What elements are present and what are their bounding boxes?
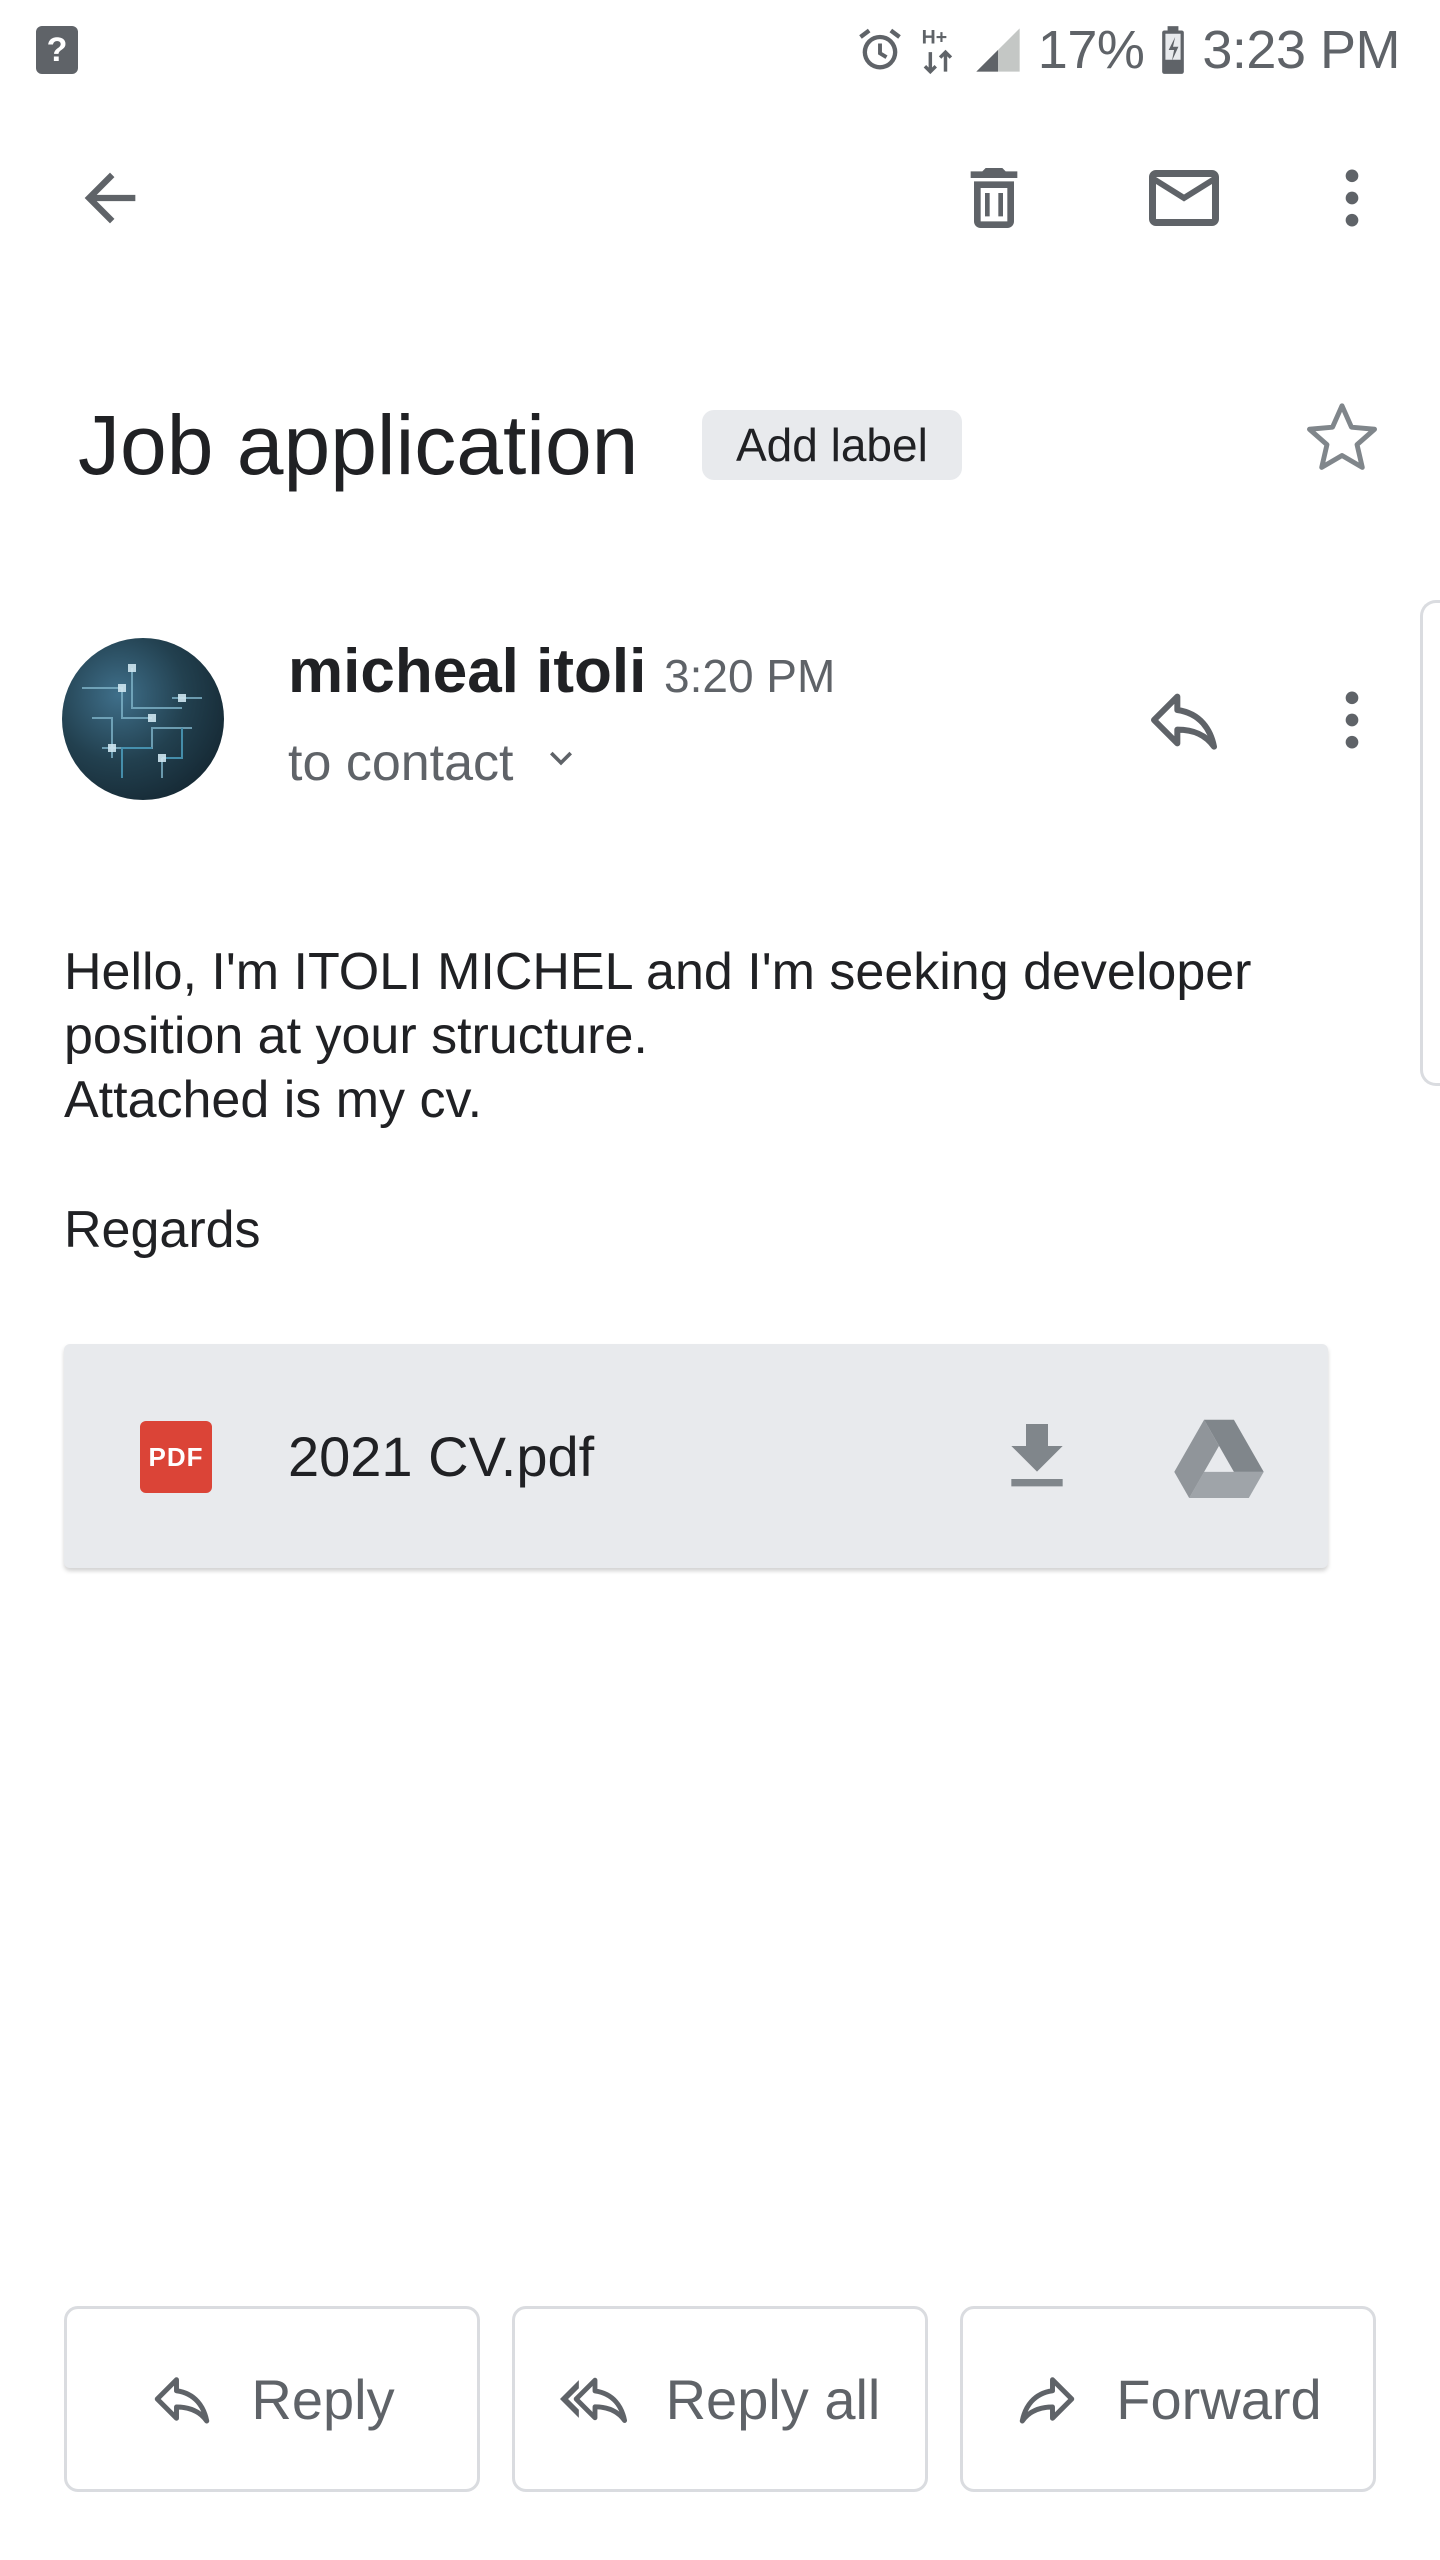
reply-all-icon (559, 2366, 630, 2432)
sender-name: micheal itoli (288, 637, 647, 706)
forward-label: Forward (1116, 2367, 1322, 2431)
arrow-back-icon (72, 160, 148, 236)
forward-icon (1014, 2366, 1080, 2432)
email-signoff: Regards (64, 1201, 261, 1259)
save-to-drive-button[interactable] (1164, 1404, 1274, 1510)
body-line: Hello, I'm ITOLI MICHEL and I'm seeking … (64, 943, 1252, 1065)
forward-button[interactable]: Forward (960, 2306, 1376, 2492)
delete-button[interactable] (946, 150, 1042, 246)
reply-button[interactable]: Reply (64, 2306, 480, 2492)
reply-icon (149, 2366, 215, 2432)
star-outline-icon (1300, 396, 1384, 480)
status-right-group: H+ 17% 3:23 PM (854, 18, 1400, 82)
delete-icon (954, 158, 1034, 238)
back-button[interactable] (62, 150, 158, 246)
google-drive-icon (1174, 1416, 1264, 1498)
reply-icon (1144, 680, 1224, 760)
attachment-filename: 2021 CV.pdf (288, 1425, 595, 1488)
mark-unread-button[interactable] (1136, 150, 1232, 246)
sender-avatar[interactable] (62, 638, 224, 800)
reply-label: Reply (251, 2367, 395, 2431)
unknown-notification-icon: ? (36, 26, 78, 74)
network-type-icon: H+ (920, 24, 958, 76)
add-label-button[interactable]: Add label (702, 410, 962, 480)
recipient-details-toggle[interactable]: to contact (288, 728, 583, 798)
svg-text:H+: H+ (921, 27, 946, 49)
reply-all-button[interactable]: Reply all (512, 2306, 928, 2492)
more-options-button[interactable] (1304, 150, 1400, 246)
reply-all-label: Reply all (665, 2367, 881, 2431)
download-attachment-button[interactable] (984, 1404, 1090, 1510)
battery-charging-icon (1158, 24, 1188, 76)
email-subject: Job application (78, 398, 639, 492)
reply-icon-button[interactable] (1136, 672, 1232, 768)
alarm-icon (854, 24, 906, 76)
chevron-down-icon (539, 728, 583, 798)
scroll-indicator[interactable] (1420, 600, 1440, 1086)
message-more-options-button[interactable] (1304, 672, 1400, 768)
email-time: 3:20 PM (664, 650, 836, 702)
status-bar: ? H+ 17% 3:23 PM (0, 0, 1440, 100)
battery-percentage: 17% (1037, 20, 1145, 80)
pdf-file-icon: PDF (140, 1421, 212, 1493)
more-vert-icon (1314, 682, 1390, 758)
status-time: 3:23 PM (1202, 20, 1400, 80)
download-icon (993, 1413, 1081, 1501)
recipient-label: to contact (288, 734, 514, 792)
signal-icon (972, 24, 1024, 76)
more-vert-icon (1314, 160, 1390, 236)
email-body: Hello, I'm ITOLI MICHEL and I'm seeking … (64, 940, 1384, 1132)
star-button[interactable] (1294, 390, 1390, 486)
attachment-card[interactable]: PDF 2021 CV.pdf (64, 1344, 1328, 1568)
mail-icon (1142, 156, 1226, 240)
body-line: Attached is my cv. (64, 1071, 483, 1129)
